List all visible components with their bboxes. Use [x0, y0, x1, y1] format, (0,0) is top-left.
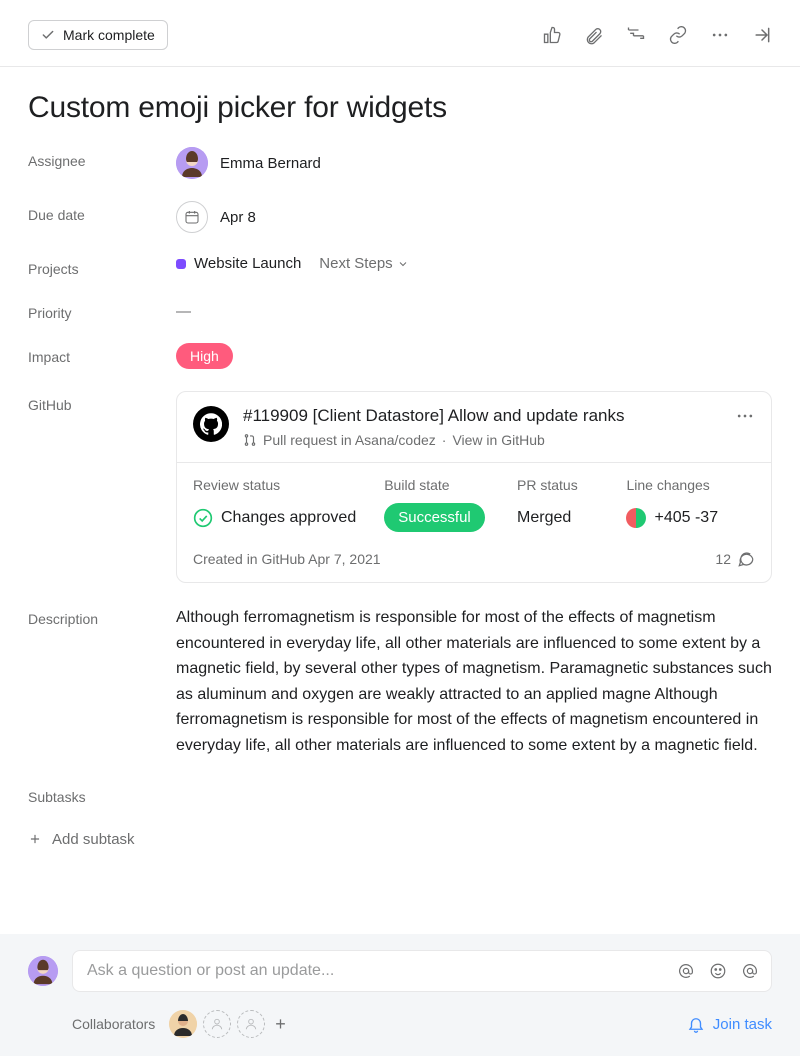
github-logo-icon	[193, 406, 229, 442]
link-icon[interactable]	[668, 25, 688, 45]
project-name: Website Launch	[194, 255, 301, 272]
description-text[interactable]: Although ferromagnetism is responsible f…	[176, 605, 772, 759]
assignee-name: Emma Bernard	[220, 155, 321, 172]
current-user-avatar	[28, 956, 58, 986]
comment-icon	[737, 550, 755, 568]
chevron-down-icon	[397, 258, 409, 270]
mark-complete-label: Mark complete	[63, 27, 155, 43]
review-status-value: Changes approved	[193, 508, 368, 528]
pull-request-icon	[243, 433, 257, 447]
priority-value[interactable]: —	[176, 299, 772, 320]
line-changes-text: +405 -37	[654, 509, 718, 527]
review-status-text: Changes approved	[221, 509, 356, 527]
assignee-value[interactable]: Emma Bernard	[176, 147, 772, 179]
collapse-icon[interactable]	[752, 25, 772, 45]
comment-input-box[interactable]	[72, 950, 772, 992]
at-mention-icon-2[interactable]	[741, 962, 759, 980]
like-icon[interactable]	[542, 25, 562, 45]
collaborators-label: Collaborators	[72, 1016, 155, 1032]
due-date-value[interactable]: Apr 8	[176, 201, 772, 233]
project-color-dot	[176, 259, 186, 269]
github-card-more-icon[interactable]	[735, 406, 755, 426]
due-date-label: Due date	[28, 201, 176, 223]
subtask-icon[interactable]	[626, 25, 646, 45]
project-chip[interactable]: Website Launch	[176, 255, 301, 272]
project-section-dropdown[interactable]: Next Steps	[319, 255, 408, 272]
build-pill: Successful	[384, 503, 485, 532]
join-task-label: Join task	[713, 1016, 772, 1033]
build-state-label: Build state	[384, 477, 501, 493]
at-mention-icon[interactable]	[677, 962, 695, 980]
collaborator-avatar[interactable]	[169, 1010, 197, 1038]
github-card: #119909 [Client Datastore] Allow and upd…	[176, 391, 772, 583]
github-created-text: Created in GitHub Apr 7, 2021	[193, 551, 381, 567]
impact-pill[interactable]: High	[176, 343, 233, 369]
assignee-label: Assignee	[28, 147, 176, 169]
plus-icon	[28, 832, 42, 846]
task-title[interactable]: Custom emoji picker for widgets	[28, 91, 772, 125]
check-icon	[41, 28, 55, 42]
github-repo-text: Pull request in Asana/codez	[263, 432, 436, 448]
add-collaborator-placeholder[interactable]	[237, 1010, 265, 1038]
assignee-avatar	[176, 147, 208, 179]
pr-status-label: PR status	[517, 477, 610, 493]
add-collaborator-placeholder[interactable]	[203, 1010, 231, 1038]
line-changes-value: +405 -37	[626, 508, 755, 528]
project-section-label: Next Steps	[319, 255, 392, 272]
diff-circle-icon	[626, 508, 646, 528]
person-icon	[210, 1017, 224, 1031]
add-collaborator-button[interactable]: +	[271, 1014, 290, 1035]
github-comment-count: 12	[715, 551, 731, 567]
priority-label: Priority	[28, 299, 176, 321]
calendar-icon	[176, 201, 208, 233]
review-status-label: Review status	[193, 477, 368, 493]
github-pr-title[interactable]: #119909 [Client Datastore] Allow and upd…	[243, 406, 721, 426]
add-subtask-label: Add subtask	[52, 831, 135, 848]
attachment-icon[interactable]	[584, 25, 604, 45]
person-icon	[244, 1017, 258, 1031]
subtasks-label: Subtasks	[28, 789, 772, 805]
line-changes-label: Line changes	[626, 477, 755, 493]
emoji-icon[interactable]	[709, 962, 727, 980]
join-task-button[interactable]: Join task	[687, 1015, 772, 1033]
bell-icon	[687, 1015, 705, 1033]
build-state-value: Successful	[384, 503, 501, 532]
more-icon[interactable]	[710, 25, 730, 45]
add-subtask-button[interactable]: Add subtask	[28, 831, 772, 848]
projects-label: Projects	[28, 255, 176, 277]
impact-label: Impact	[28, 343, 176, 365]
due-date-text: Apr 8	[220, 209, 256, 226]
separator-dot: ·	[442, 432, 447, 448]
mark-complete-button[interactable]: Mark complete	[28, 20, 168, 50]
comment-input[interactable]	[85, 961, 669, 981]
description-label: Description	[28, 605, 176, 627]
view-in-github-link[interactable]: View in GitHub	[452, 432, 544, 448]
github-label: GitHub	[28, 391, 176, 413]
check-circle-icon	[193, 508, 213, 528]
pr-status-value: Merged	[517, 509, 610, 527]
github-comments[interactable]: 12	[715, 550, 755, 568]
